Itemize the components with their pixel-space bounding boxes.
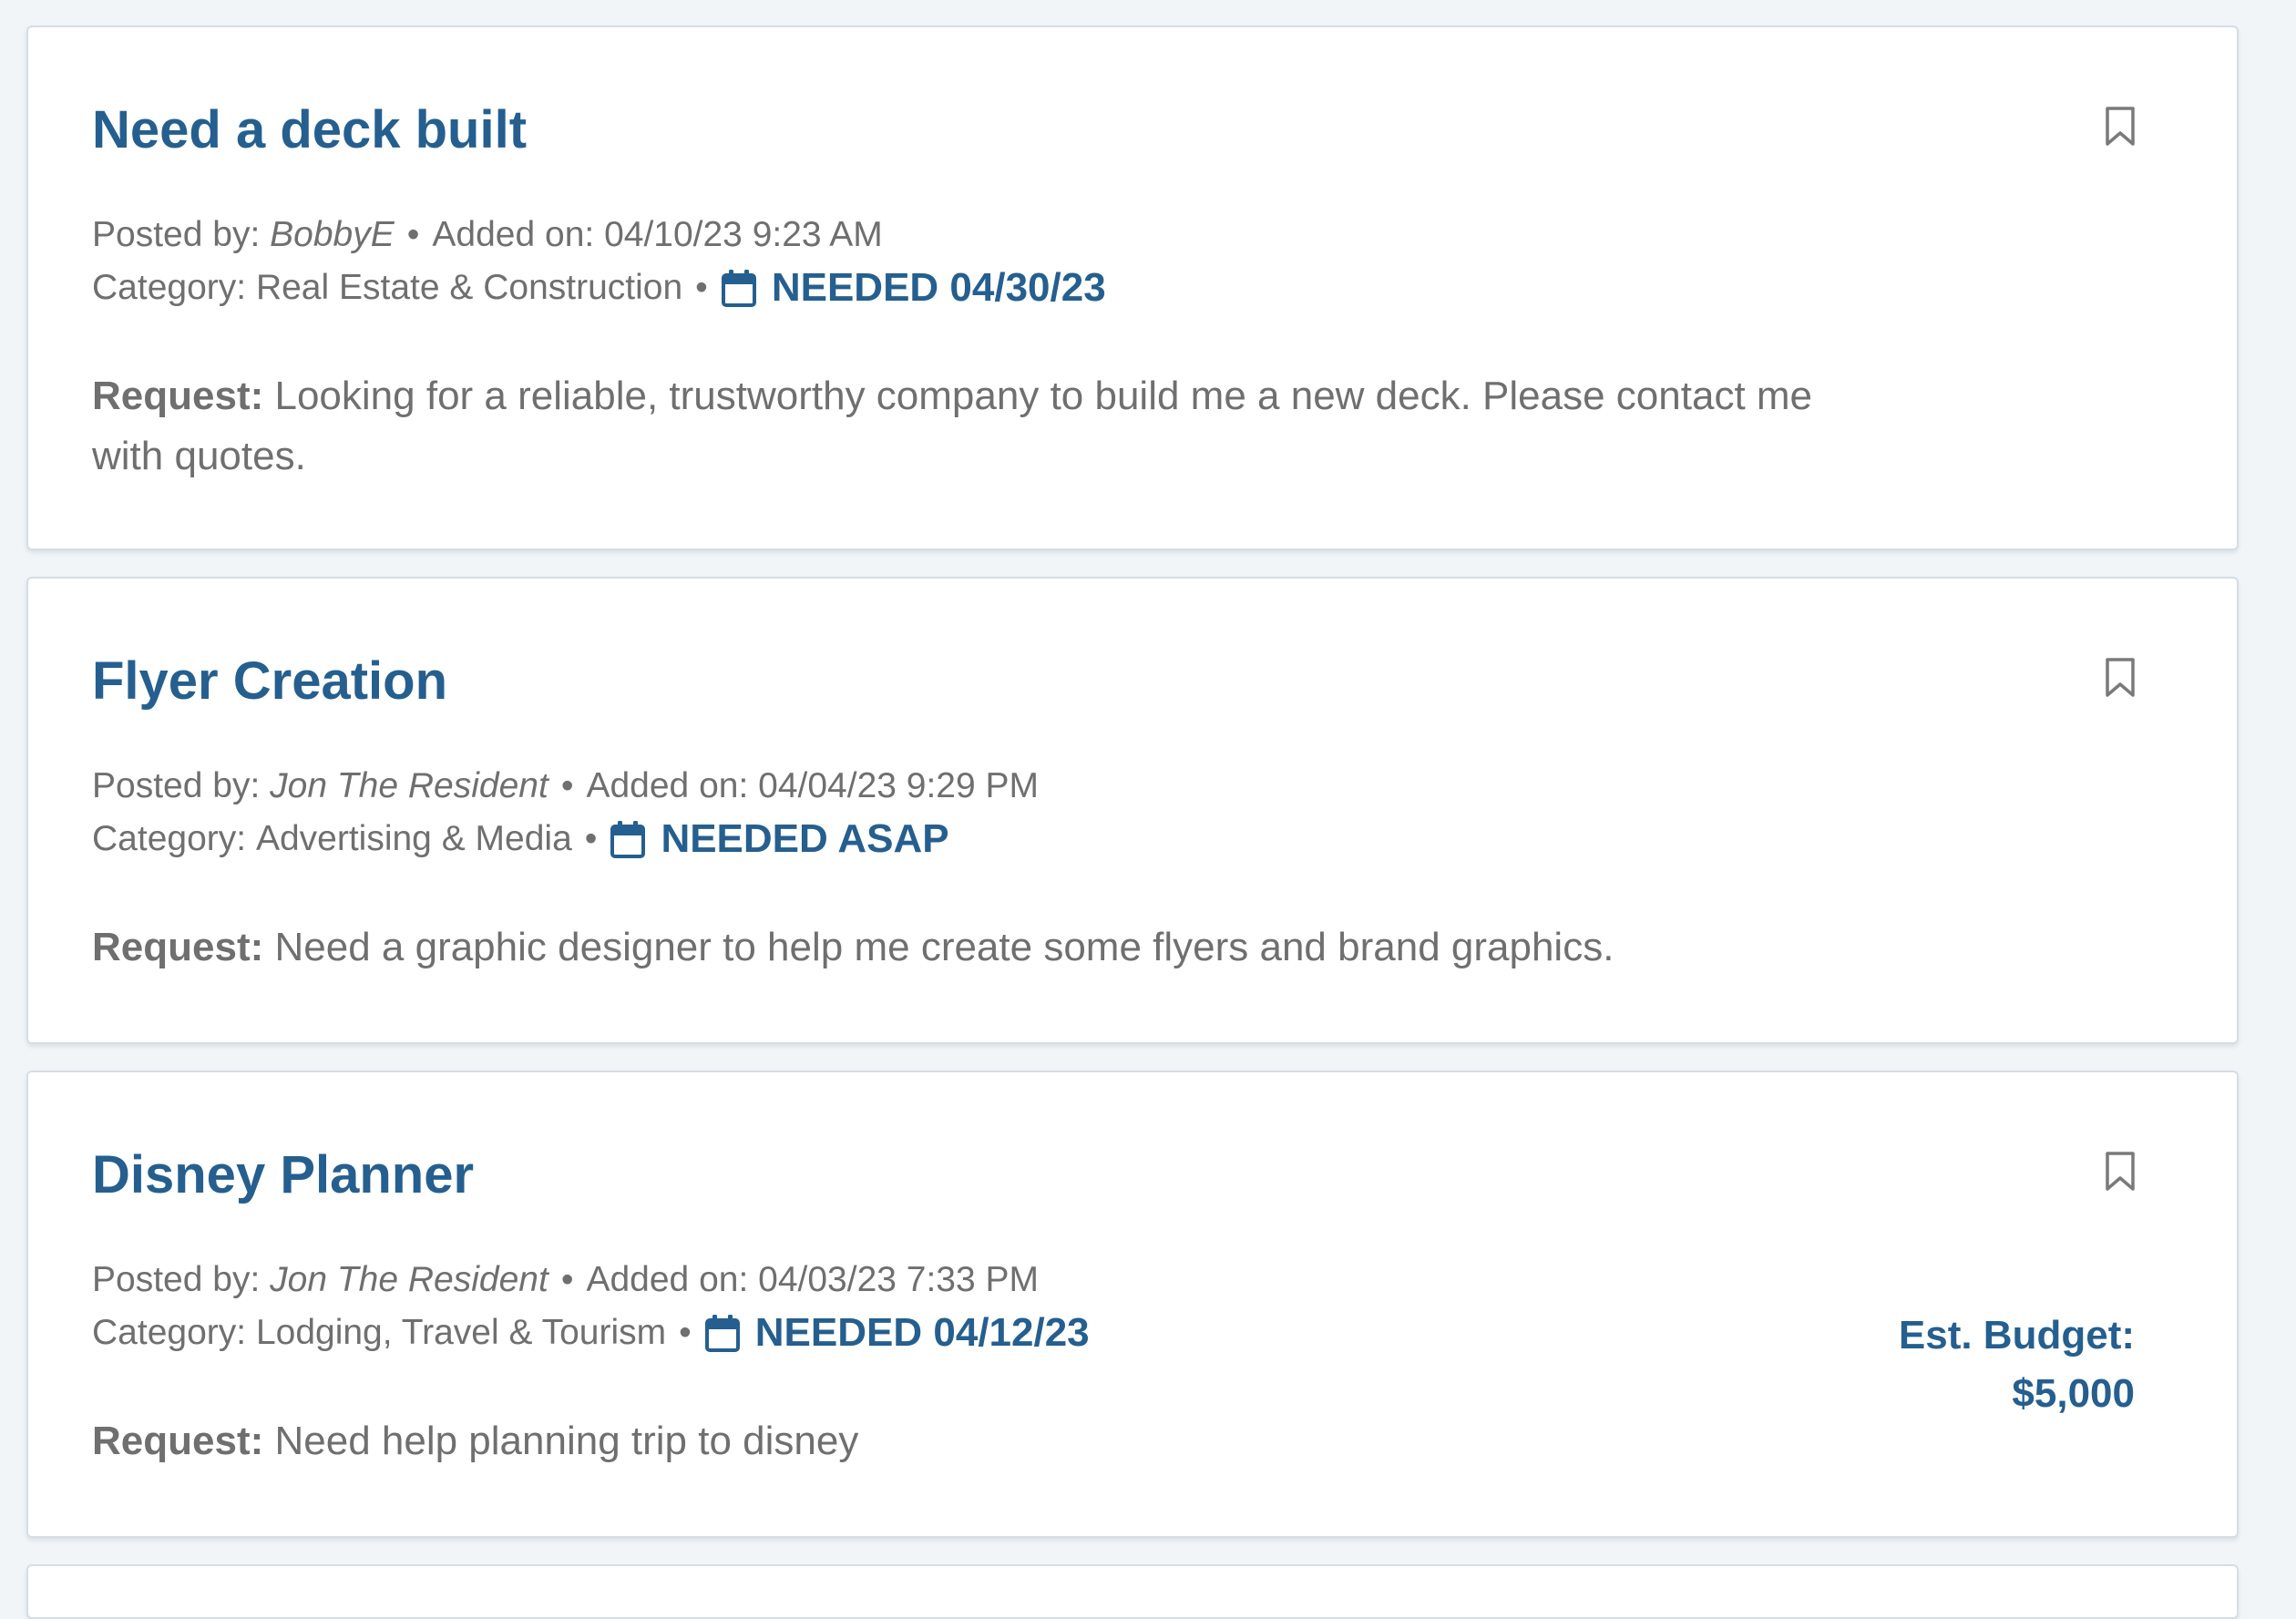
- category-label: Category:: [92, 1313, 247, 1352]
- category-value: Real Estate & Construction: [255, 268, 683, 307]
- calendar-icon: [721, 270, 756, 307]
- post-meta: Posted by: Jon The Resident • Added on: 04…: [92, 1258, 1039, 1302]
- needed-date[interactable]: NEEDED 04/30/23: [721, 266, 1106, 310]
- needed-text: NEEDED 04/12/23: [754, 1310, 1090, 1355]
- added-on-value: 04/04/23 9:29 PM: [758, 766, 1040, 805]
- author-name: Jon The Resident: [270, 1260, 548, 1299]
- budget-label: Est. Budget:: [1898, 1313, 2135, 1358]
- separator: •: [406, 215, 420, 254]
- bookmark-icon[interactable]: [2102, 106, 2138, 148]
- post-meta: Posted by: Jon The Resident • Added on: 04…: [92, 764, 1039, 808]
- category-label: Category:: [92, 268, 247, 307]
- separator: •: [679, 1313, 692, 1352]
- request-label: Request:: [92, 1419, 264, 1463]
- author-name: BobbyE: [270, 215, 395, 254]
- request-title[interactable]: Need a deck built: [92, 98, 527, 162]
- needed-text: NEEDED 04/30/23: [771, 265, 1106, 310]
- added-on-label: Added on:: [432, 215, 595, 254]
- request-card[interactable]: Need a deck built Posted by: BobbyE • Adde…: [26, 26, 2239, 550]
- request-text: Need help planning trip to disney: [274, 1419, 859, 1463]
- post-category-row: Category: Advertising & Media • NEEDED AS…: [92, 817, 949, 861]
- separator: •: [560, 1260, 574, 1299]
- category-value: Lodging, Travel & Tourism: [255, 1313, 667, 1352]
- bookmark-icon[interactable]: [2102, 657, 2138, 699]
- post-meta: Posted by: BobbyE • Added on: 04/10/23 9:2…: [92, 213, 883, 257]
- bookmark-icon[interactable]: [2102, 1151, 2138, 1193]
- request-title[interactable]: Flyer Creation: [92, 650, 447, 713]
- request-description: Request: Need a graphic designer to help…: [92, 917, 1841, 978]
- needed-text: NEEDED ASAP: [661, 816, 949, 861]
- request-text: Need a graphic designer to help me creat…: [274, 925, 1614, 969]
- estimated-budget: Est. Budget: $5,000: [1899, 1306, 2135, 1423]
- author-name: Jon The Resident: [270, 766, 548, 805]
- request-description: Request: Need help planning trip to disn…: [92, 1411, 1841, 1471]
- request-list: Need a deck built Posted by: BobbyE • Adde…: [26, 26, 2239, 1619]
- post-category-row: Category: Lodging, Travel & Tourism • NEE…: [92, 1311, 1090, 1355]
- added-on-label: Added on:: [586, 1260, 749, 1299]
- separator: •: [695, 268, 708, 307]
- request-label: Request:: [92, 374, 264, 418]
- posted-by-label: Posted by:: [92, 215, 261, 254]
- request-card[interactable]: Disney Planner Posted by: Jon The Reside…: [26, 1071, 2239, 1538]
- posted-by-label: Posted by:: [92, 1260, 261, 1299]
- request-text: Looking for a reliable, trustworthy comp…: [92, 374, 1813, 478]
- separator: •: [584, 819, 598, 858]
- needed-date[interactable]: NEEDED 04/12/23: [704, 1311, 1090, 1355]
- request-card[interactable]: Flyer Creation Posted by: Jon The Reside…: [26, 577, 2239, 1044]
- needed-date[interactable]: NEEDED ASAP: [610, 816, 949, 861]
- request-card[interactable]: [26, 1564, 2239, 1619]
- added-on-value: 04/03/23 7:33 PM: [758, 1260, 1040, 1299]
- budget-value: $5,000: [2012, 1371, 2135, 1416]
- post-category-row: Category: Real Estate & Construction • NE…: [92, 266, 1106, 310]
- category-value: Advertising & Media: [255, 819, 572, 858]
- calendar-icon: [610, 821, 646, 858]
- added-on-value: 04/10/23 9:23 AM: [604, 215, 883, 254]
- request-description: Request: Looking for a reliable, trustwo…: [92, 366, 1841, 487]
- separator: •: [560, 766, 574, 805]
- posted-by-label: Posted by:: [92, 766, 261, 805]
- request-label: Request:: [92, 925, 264, 969]
- calendar-icon: [704, 1315, 740, 1352]
- request-title[interactable]: Disney Planner: [92, 1143, 474, 1207]
- added-on-label: Added on:: [586, 766, 749, 805]
- category-label: Category:: [92, 819, 247, 858]
